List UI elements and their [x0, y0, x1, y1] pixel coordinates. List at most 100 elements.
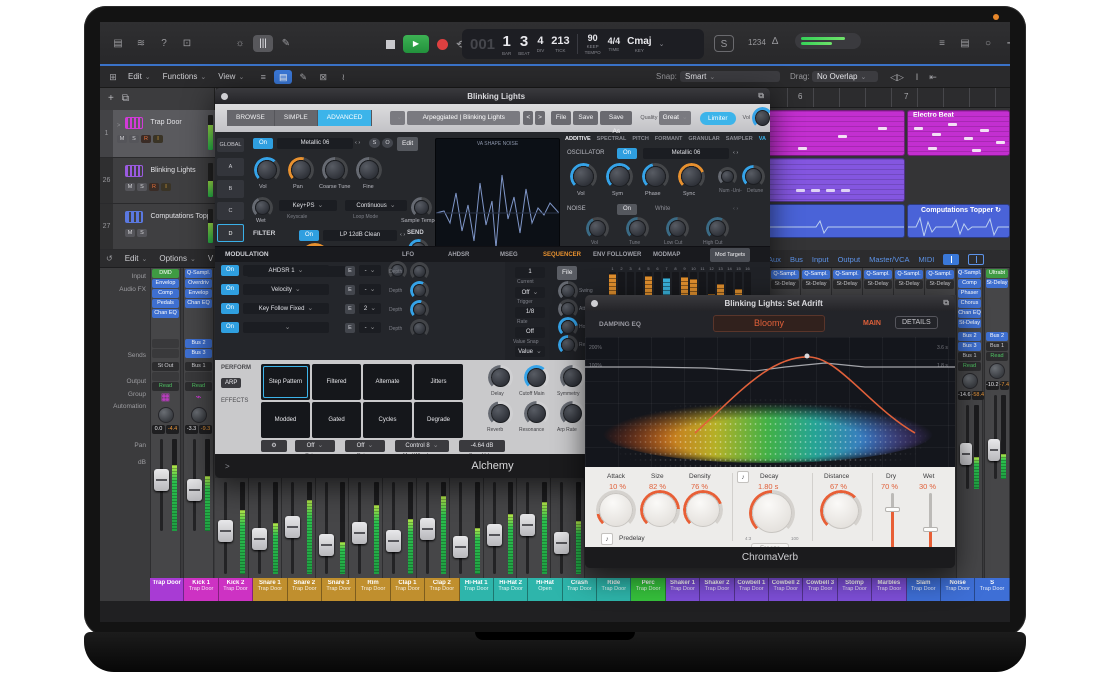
mixer-options-menu[interactable]: Options [159, 254, 195, 263]
tab-modmap[interactable]: MODMAP [653, 252, 680, 258]
release-knob[interactable] [561, 338, 575, 352]
alchemy-view-tab[interactable]: BROWSE [227, 110, 275, 126]
osc-phase-knob[interactable] [645, 166, 666, 187]
tab-granular[interactable]: GRANULAR [688, 136, 719, 142]
volume-fader[interactable] [352, 522, 367, 544]
perf-reverb-knob[interactable] [491, 404, 510, 423]
size-knob[interactable] [643, 493, 677, 527]
quick-help-icon[interactable]: ? [154, 35, 174, 52]
group-slot[interactable] [152, 372, 179, 381]
channel-name-label[interactable]: Kick 1 Trap Door [184, 578, 218, 601]
noise-type[interactable]: White [655, 206, 670, 212]
input-slot[interactable]: Q-Sampl. [185, 269, 212, 278]
tab-va[interactable]: VA [759, 136, 766, 142]
attack-knob[interactable] [599, 493, 633, 527]
channel-name-label[interactable]: Kick 2 Trap Door [219, 578, 253, 601]
tab-mseg[interactable]: MSEG [500, 252, 518, 258]
volume-fader[interactable] [386, 530, 401, 552]
send-slot[interactable] [152, 349, 179, 358]
send-slot[interactable]: Bus 2 [986, 332, 1008, 341]
channel-name-label[interactable]: Trap Door [150, 578, 184, 601]
perf-rate-select[interactable]: Off [345, 440, 385, 452]
chromaverb-window[interactable]: Blinking Lights: Set Adrift ⧉ DAMPING EQ… [585, 295, 955, 568]
oscillator-name[interactable]: Metallic 06 [643, 148, 729, 159]
seq-file-button[interactable]: File [557, 266, 577, 280]
automation-mode[interactable]: Read [986, 352, 1008, 361]
volume-fader[interactable] [187, 479, 202, 501]
channel-name-label[interactable]: Snare 1 Trap Door [253, 578, 287, 601]
next-preset-button[interactable]: > [535, 111, 545, 125]
keyscale-select[interactable]: Key+PS [279, 200, 337, 211]
channel-name-label[interactable]: Perc Trap Door [631, 578, 665, 601]
mod-on-button[interactable]: On [221, 265, 239, 276]
decay-sync-icon[interactable]: ♪ [737, 471, 749, 483]
channel-name-label[interactable]: Snare 3 Trap Door [322, 578, 356, 601]
channel-name-label[interactable]: Cowbell 1 Trap Door [735, 578, 769, 601]
tab-env-follower[interactable]: ENV FOLLOWER [593, 252, 641, 258]
tab-source-a[interactable]: A [217, 158, 244, 176]
coarse-tune-knob[interactable] [325, 160, 345, 180]
perf-arprate-knob[interactable] [563, 404, 582, 423]
damping-eq-label[interactable]: DAMPING EQ [599, 321, 641, 328]
fx-plugin-slot[interactable]: St-Delay [895, 280, 923, 289]
reverb-visualizer[interactable]: 200% 100% 3.6 s 1.8 s ⏻ [585, 337, 955, 467]
channel-name-label[interactable]: Hi-Hat Open [528, 578, 562, 601]
apple-loops-icon[interactable]: ○ [978, 35, 998, 52]
volume-fader[interactable] [960, 443, 972, 465]
distance-knob[interactable] [823, 493, 859, 529]
room-type-select[interactable]: Bloomy [713, 315, 825, 332]
tracks-grid-icon[interactable]: ⊞ [104, 70, 122, 84]
editors-icon[interactable]: ✎ [276, 35, 296, 52]
stop-button[interactable] [386, 40, 395, 49]
fx-plugin-slot[interactable]: Phaser [958, 289, 981, 298]
mod-on-button[interactable]: On [221, 303, 239, 314]
fx-plugin-slot[interactable]: Pedals [152, 299, 179, 308]
browsers-icon[interactable]: ➔ [1001, 35, 1010, 52]
perform-pad[interactable]: Step Pattern [261, 364, 310, 400]
smart-controls-icon[interactable]: ☼ [230, 35, 250, 52]
tab-formant[interactable]: FORMANT [655, 136, 683, 142]
mod-source-select[interactable]: Velocity [243, 284, 329, 295]
channel-name-label[interactable]: Hi-Hat 1 Trap Door [460, 578, 494, 601]
link-icon[interactable]: ⧉ [758, 91, 764, 101]
disclosure-icon[interactable]: > [225, 462, 230, 471]
source-name[interactable]: Metallic 06 [277, 138, 353, 149]
fx-plugin-slot[interactable]: Envelop [185, 289, 212, 298]
output-source-button[interactable]: O [382, 138, 393, 148]
drag-select[interactable]: No Overlap [812, 71, 878, 82]
perform-pad[interactable]: Gated [312, 402, 361, 438]
limiter-button[interactable]: Limiter [700, 112, 736, 125]
volume-fader[interactable] [319, 534, 334, 556]
channel-name-label[interactable]: Rim Trap Door [356, 578, 390, 601]
mixer-edit-menu[interactable]: Edit [125, 254, 148, 263]
mixer-filter-tab[interactable]: Input [812, 255, 829, 264]
perform-pad[interactable]: Filtered [312, 364, 361, 400]
decay-knob[interactable] [752, 493, 792, 533]
osc-detune-knob[interactable] [745, 168, 762, 185]
input-slot[interactable]: Q-Sampl. [833, 270, 861, 279]
fine-tune-knob[interactable] [359, 160, 379, 180]
channel-name-label[interactable]: Hi-Hat 2 Trap Door [494, 578, 528, 601]
perform-pad[interactable]: Jitters [414, 364, 463, 400]
send-slot[interactable]: Bus 2 [958, 332, 981, 341]
source-prev-next-icon[interactable]: ‹ › [355, 140, 360, 146]
volume-fader[interactable] [487, 524, 502, 546]
fx-plugin-slot[interactable]: Chan EQ [185, 299, 212, 308]
waveform-zoom-icon[interactable]: ◁▷ [888, 70, 906, 84]
fx-plugin-slot[interactable]: St-Delay [833, 280, 861, 289]
quality-select[interactable]: Great [659, 111, 691, 125]
lcd-chevron-icon[interactable]: ⌄ [659, 40, 665, 48]
save-as-button[interactable]: Save As [600, 111, 632, 125]
volume-fader[interactable] [285, 516, 300, 538]
modwheel-select[interactable]: Control 8 [395, 440, 449, 452]
osc-vol-knob[interactable] [573, 166, 594, 187]
track-header-blinking-lights[interactable]: 26 Blinking Lights M S R I [100, 158, 215, 204]
input-monitor-button[interactable]: I [153, 135, 163, 143]
snap-select[interactable]: Smart [680, 71, 780, 82]
perf-symmetry-knob[interactable] [563, 368, 582, 387]
channel-name-label[interactable]: S Trap Door [975, 578, 1009, 601]
input-slot[interactable]: Q-Sampl. [926, 270, 954, 279]
solo-button[interactable]: S [137, 183, 147, 191]
volume-fader[interactable] [520, 514, 535, 536]
osc-sym-knob[interactable] [609, 166, 630, 187]
